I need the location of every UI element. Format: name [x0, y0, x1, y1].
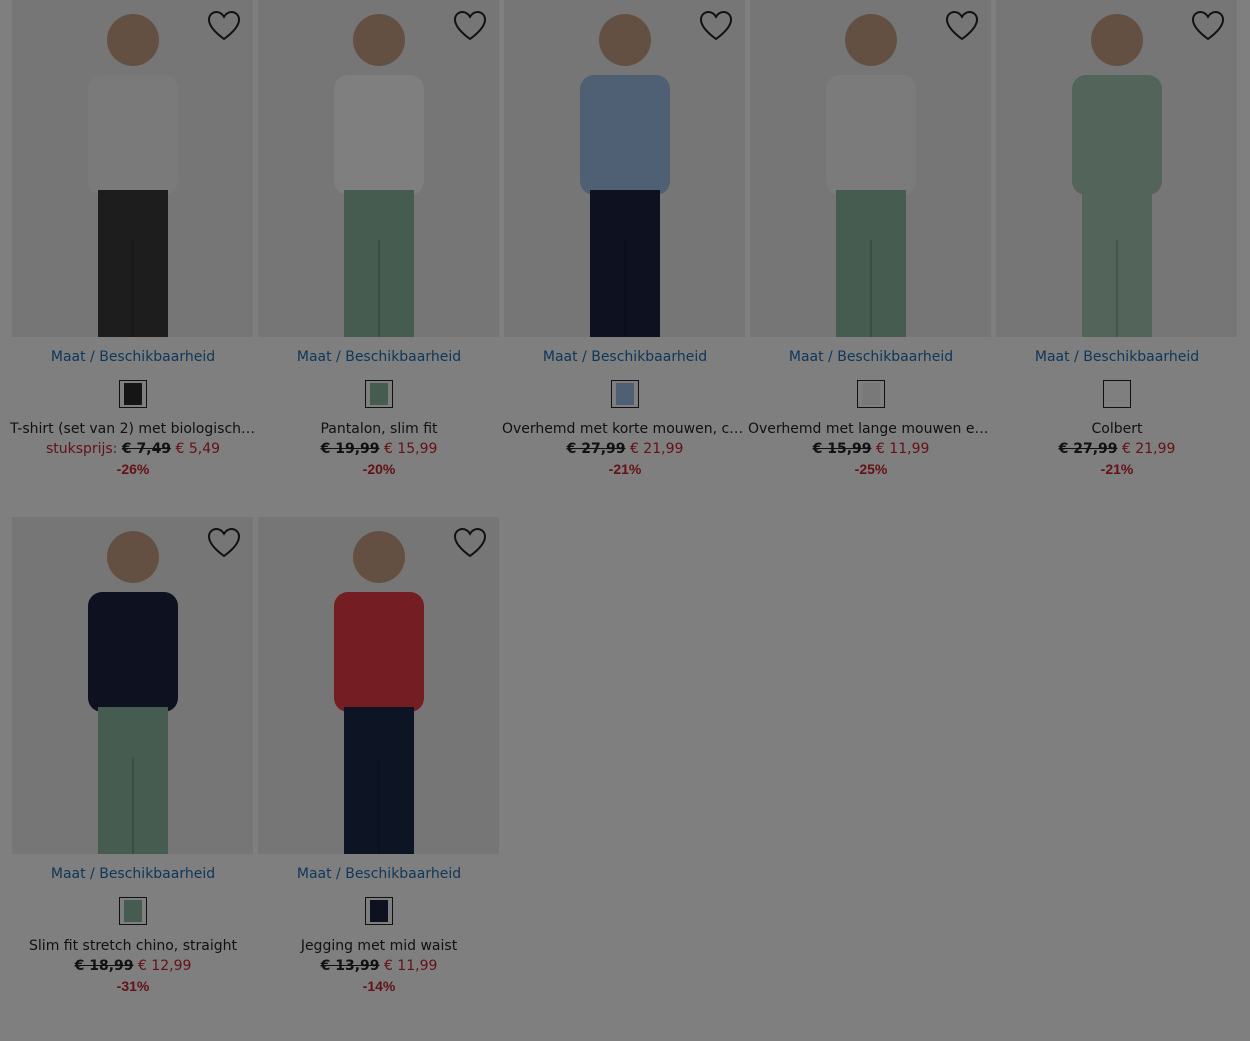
color-swatch-chip: [370, 383, 388, 405]
product-title[interactable]: Slim fit stretch chino, straight: [10, 937, 256, 955]
product-title[interactable]: Colbert: [994, 420, 1240, 438]
discount-badge: -21%: [1100, 461, 1134, 477]
product-tile[interactable]: Maat / Beschikbaarheid Colbert € 27,99 €…: [994, 0, 1240, 477]
color-swatch-chip: [124, 383, 142, 405]
sale-price: € 11,99: [383, 958, 438, 974]
original-price: € 15,99: [812, 441, 872, 457]
color-swatch[interactable]: [365, 380, 393, 408]
price-line: € 27,99 € 21,99: [502, 440, 748, 458]
sale-price: € 15,99: [383, 441, 438, 457]
product-image[interactable]: [750, 0, 991, 337]
product-tile[interactable]: Maat / Beschikbaarheid T-shirt (set van …: [10, 0, 256, 477]
original-price: € 7,49: [121, 441, 172, 457]
size-availability-link[interactable]: Maat / Beschikbaarheid: [748, 348, 994, 366]
product-figure-illustration: [87, 14, 178, 337]
price-line: stuksprijs: € 7,49 € 5,49: [10, 440, 256, 458]
wishlist-heart-icon[interactable]: [207, 10, 241, 42]
wishlist-heart-icon[interactable]: [1191, 10, 1225, 42]
color-swatch-chip: [616, 383, 634, 405]
sale-price: € 12,99: [137, 958, 192, 974]
discount-badge: -31%: [116, 978, 150, 994]
wishlist-heart-icon[interactable]: [207, 527, 241, 559]
product-image[interactable]: [258, 517, 499, 854]
color-swatch[interactable]: [365, 897, 393, 925]
size-availability-link[interactable]: Maat / Beschikbaarheid: [10, 865, 256, 883]
sale-price: € 11,99: [875, 441, 930, 457]
color-swatch[interactable]: [1103, 380, 1131, 408]
price-line: € 27,99 € 21,99: [994, 440, 1240, 458]
product-figure-illustration: [579, 14, 670, 337]
product-title[interactable]: Pantalon, slim fit: [256, 420, 502, 438]
product-image[interactable]: [258, 0, 499, 337]
color-swatch[interactable]: [119, 380, 147, 408]
size-availability-link[interactable]: Maat / Beschikbaarheid: [10, 348, 256, 366]
product-figure-illustration: [333, 531, 424, 854]
price-line: € 15,99 € 11,99: [748, 440, 994, 458]
unit-price-label: stuksprijs:: [45, 441, 118, 457]
product-image[interactable]: [504, 0, 745, 337]
product-figure-illustration: [825, 14, 916, 337]
product-figure-illustration: [1071, 14, 1162, 337]
wishlist-heart-icon[interactable]: [699, 10, 733, 42]
product-tile[interactable]: Maat / Beschikbaarheid Jegging met mid w…: [256, 517, 502, 994]
product-image[interactable]: [12, 517, 253, 854]
sale-price: € 5,49: [175, 441, 221, 457]
sale-price: € 21,99: [629, 441, 684, 457]
size-availability-link[interactable]: Maat / Beschikbaarheid: [994, 348, 1240, 366]
discount-badge: -26%: [116, 461, 150, 477]
sale-price: € 21,99: [1121, 441, 1176, 457]
product-tile[interactable]: Maat / Beschikbaarheid Pantalon, slim fi…: [256, 0, 502, 477]
color-swatch-chip: [862, 383, 880, 405]
price-line: € 19,99 € 15,99: [256, 440, 502, 458]
discount-badge: -25%: [854, 461, 888, 477]
product-title[interactable]: Overhemd met korte mouwen, chi…: [502, 420, 748, 438]
original-price: € 18,99: [74, 958, 134, 974]
original-price: € 27,99: [566, 441, 626, 457]
price-line: € 18,99 € 12,99: [10, 957, 256, 975]
original-price: € 13,99: [320, 958, 380, 974]
product-title[interactable]: T-shirt (set van 2) met biologisch ka…: [10, 420, 256, 438]
product-title[interactable]: Jegging met mid waist: [256, 937, 502, 955]
product-image[interactable]: [12, 0, 253, 337]
color-swatch-chip: [124, 900, 142, 922]
color-swatch[interactable]: [857, 380, 885, 408]
discount-badge: -21%: [608, 461, 642, 477]
price-line: € 13,99 € 11,99: [256, 957, 502, 975]
wishlist-heart-icon[interactable]: [453, 10, 487, 42]
color-swatch[interactable]: [611, 380, 639, 408]
original-price: € 19,99: [320, 441, 380, 457]
color-swatch-chip: [1108, 383, 1126, 405]
product-title[interactable]: Overhemd met lange mouwen en st…: [748, 420, 994, 438]
discount-badge: -14%: [362, 978, 396, 994]
color-swatch[interactable]: [119, 897, 147, 925]
discount-badge: -20%: [362, 461, 396, 477]
product-figure-illustration: [333, 14, 424, 337]
original-price: € 27,99: [1058, 441, 1118, 457]
wishlist-heart-icon[interactable]: [453, 527, 487, 559]
size-availability-link[interactable]: Maat / Beschikbaarheid: [256, 865, 502, 883]
size-availability-link[interactable]: Maat / Beschikbaarheid: [502, 348, 748, 366]
size-availability-link[interactable]: Maat / Beschikbaarheid: [256, 348, 502, 366]
product-image[interactable]: [996, 0, 1237, 337]
product-tile[interactable]: Maat / Beschikbaarheid Overhemd met lang…: [748, 0, 994, 477]
product-tile[interactable]: Maat / Beschikbaarheid Slim fit stretch …: [10, 517, 256, 994]
product-tile[interactable]: Maat / Beschikbaarheid Overhemd met kort…: [502, 0, 748, 477]
wishlist-heart-icon[interactable]: [945, 10, 979, 42]
color-swatch-chip: [370, 900, 388, 922]
product-grid: Maat / Beschikbaarheid T-shirt (set van …: [10, 0, 1240, 994]
product-figure-illustration: [87, 531, 178, 854]
